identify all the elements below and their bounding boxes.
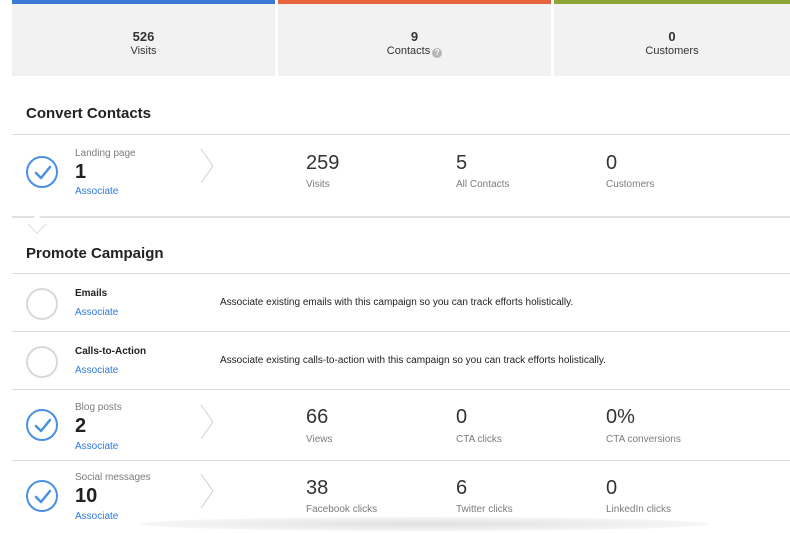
empty-circle-icon	[26, 288, 58, 320]
social-messages-count: 10	[75, 485, 98, 507]
blog-posts-count: 2	[75, 415, 87, 437]
landing-associate-link[interactable]: Associate	[75, 186, 118, 197]
chevron-right-icon	[200, 473, 214, 509]
customers-value: 0	[668, 29, 676, 44]
help-icon[interactable]: ?	[432, 48, 443, 58]
ctas-row: Calls-to-Action Associate Associate exis…	[12, 332, 790, 390]
ctas-name: Calls-to-Action	[75, 346, 147, 357]
check-circle-icon	[26, 156, 58, 188]
landing-metric-label: All Contacts	[456, 179, 510, 190]
blog-posts-row: Blog posts 2 Associate 66 Views 0 CTA cl…	[12, 390, 790, 460]
blog-metric-label: CTA conversions	[606, 434, 681, 445]
contacts-bar	[278, 0, 551, 4]
social-metric-label: LinkedIn clicks	[606, 504, 672, 515]
ctas-associate-link[interactable]: Associate	[75, 365, 118, 376]
landing-metric-value: 5	[456, 152, 468, 174]
emails-description: Associate existing emails with this camp…	[220, 297, 574, 308]
social-metric-value: 38	[306, 477, 329, 499]
landing-page-count: 1	[75, 161, 87, 183]
emails-row: Emails Associate Associate existing emai…	[12, 274, 790, 332]
visits-value: 526	[132, 29, 155, 44]
contacts-label-wrap: Contacts?	[278, 44, 551, 58]
landing-metric-value: 0	[606, 152, 618, 174]
social-metric-label: Twitter clicks	[456, 504, 513, 515]
landing-metric-value: 259	[306, 152, 340, 174]
section-divider	[12, 216, 790, 218]
emails-name: Emails	[75, 288, 108, 299]
promote-campaign-title: Promote Campaign	[26, 245, 164, 262]
blog-metric-label: Views	[306, 434, 333, 445]
blog-posts-caption: Blog posts	[75, 402, 122, 413]
stat-customers: 0 Customers	[554, 0, 790, 76]
check-circle-icon	[26, 409, 58, 441]
social-metric-label: Facebook clicks	[306, 504, 378, 515]
landing-metric-label: Visits	[306, 179, 330, 190]
blog-metric-value: 66	[306, 406, 329, 428]
social-associate-link[interactable]: Associate	[75, 511, 118, 522]
customers-bar	[554, 0, 790, 4]
stat-visits: 526 Visits	[12, 0, 275, 76]
chevron-right-icon	[200, 148, 214, 184]
social-messages-caption: Social messages	[75, 472, 151, 483]
blog-metric-value: 0%	[606, 406, 635, 428]
chevron-right-icon	[200, 404, 214, 440]
ctas-description: Associate existing calls-to-action with …	[220, 355, 606, 366]
convert-contacts-title: Convert Contacts	[26, 105, 152, 122]
empty-circle-icon	[26, 346, 58, 378]
contacts-label: Contacts	[386, 45, 431, 57]
stat-contacts: 9 Contacts?	[278, 0, 551, 76]
check-circle-icon	[26, 480, 58, 512]
blog-metric-label: CTA clicks	[456, 434, 502, 445]
blog-metric-value: 0	[456, 406, 468, 428]
landing-page-caption: Landing page	[75, 148, 136, 159]
visits-bar	[12, 0, 275, 4]
visits-label: Visits	[130, 45, 157, 57]
emails-associate-link[interactable]: Associate	[75, 307, 118, 318]
bottom-shadow	[140, 517, 710, 531]
social-metric-value: 6	[456, 477, 468, 499]
social-metric-value: 0	[606, 477, 618, 499]
blog-associate-link[interactable]: Associate	[75, 441, 118, 452]
landing-metric-label: Customers	[606, 179, 655, 190]
landing-page-row: Landing page 1 Associate 259 Visits 5 Al…	[12, 135, 790, 217]
contacts-value: 9	[410, 29, 419, 44]
customers-label: Customers	[645, 45, 699, 57]
